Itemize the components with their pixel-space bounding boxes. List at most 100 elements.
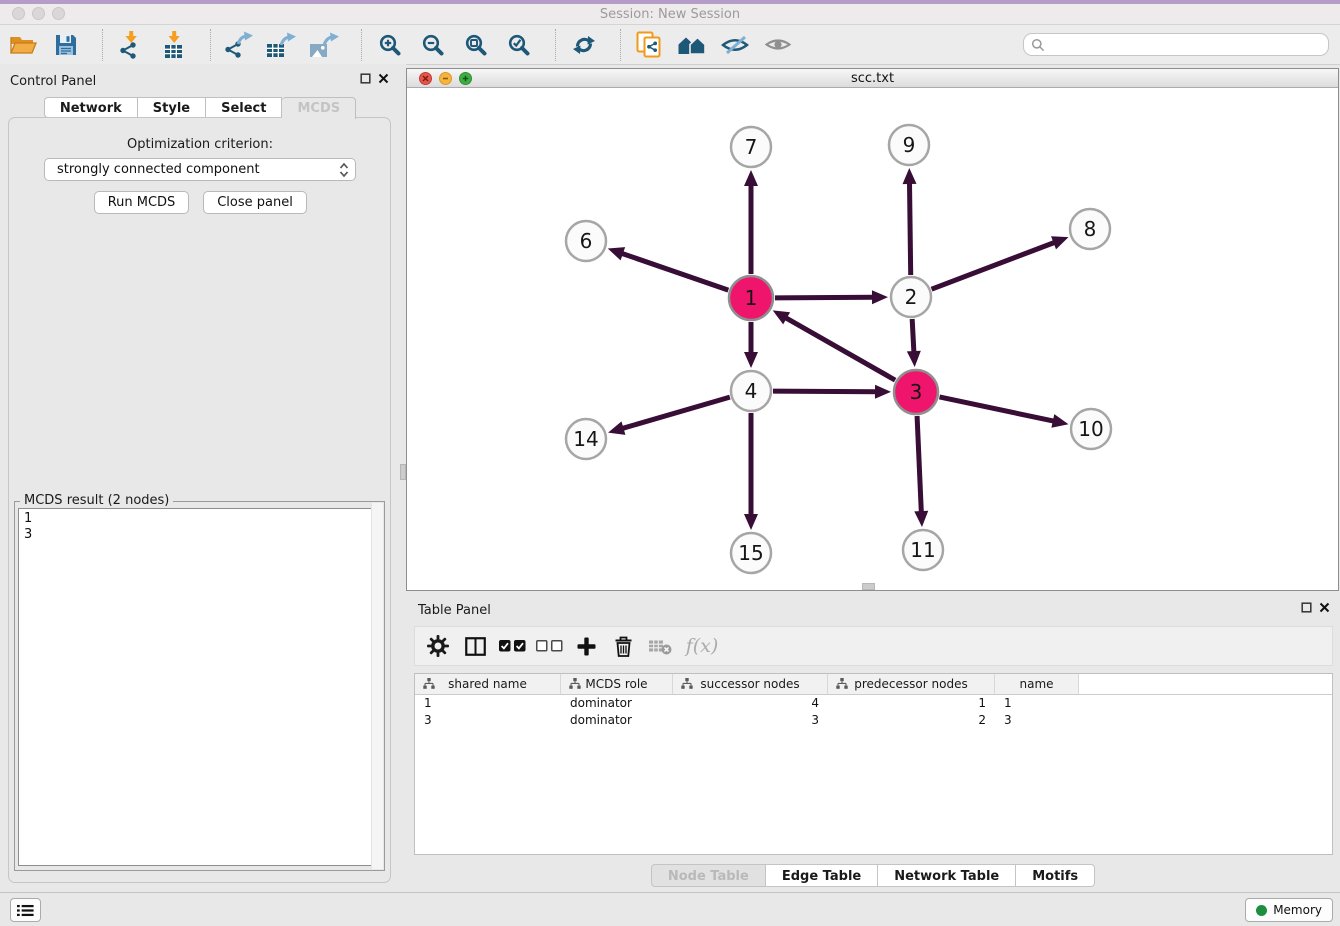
edge-2-9[interactable] — [909, 182, 910, 275]
node-6[interactable]: 6 — [566, 221, 606, 261]
tab-motifs[interactable]: Motifs — [1016, 864, 1095, 887]
first-neighbors-icon[interactable] — [675, 28, 709, 62]
network-canvas[interactable]: 7 9 6 8 1 2 4 3 14 10 15 11 — [407, 88, 1338, 590]
edge-3-10[interactable] — [939, 397, 1054, 421]
hide-selected-icon[interactable] — [718, 28, 752, 62]
mcds-result-group: MCDS result (2 nodes) 13 — [14, 501, 385, 871]
close-table-panel-icon[interactable] — [1317, 600, 1331, 614]
node-15[interactable]: 15 — [731, 533, 771, 573]
table-cell[interactable]: 4 — [673, 695, 828, 712]
tab-network[interactable]: Network — [44, 97, 138, 118]
node-10[interactable]: 10 — [1071, 409, 1111, 449]
node-2[interactable]: 2 — [891, 277, 931, 317]
table-cell[interactable]: dominator — [561, 695, 673, 712]
tab-style[interactable]: Style — [138, 97, 206, 118]
edge-arrow-4-15 — [744, 514, 758, 530]
column-header-predecessor-nodes[interactable]: predecessor nodes — [828, 674, 995, 694]
mcds-result-title: MCDS result (2 nodes) — [20, 493, 173, 508]
export-network-icon[interactable] — [222, 28, 256, 62]
table-panel-title: Table Panel — [418, 603, 491, 618]
zoom-in-icon[interactable] — [373, 28, 407, 62]
edge-3-1[interactable] — [785, 317, 895, 380]
tab-node-table[interactable]: Node Table — [651, 864, 766, 887]
canvas-splitter-handle[interactable] — [862, 583, 875, 590]
edge-arrow-3-10 — [1051, 414, 1068, 428]
column-label: shared name — [448, 677, 527, 691]
close-panel-button[interactable]: Close panel — [203, 191, 307, 214]
tab-edge-table[interactable]: Edge Table — [766, 864, 878, 887]
table-cell[interactable]: dominator — [561, 712, 673, 729]
close-panel-icon[interactable] — [376, 71, 390, 85]
criterion-dropdown[interactable]: strongly connected component — [44, 158, 356, 181]
edge-4-14[interactable] — [622, 397, 730, 429]
node-7[interactable]: 7 — [731, 127, 771, 167]
float-table-panel-icon[interactable] — [1299, 600, 1313, 614]
function-builder-icon: f(x) — [682, 631, 722, 661]
task-history-list-icon[interactable] — [10, 898, 41, 922]
unselect-all-columns-icon[interactable] — [534, 631, 564, 661]
table-cell[interactable]: 2 — [828, 712, 995, 729]
memory-status-button[interactable]: Memory — [1245, 898, 1333, 922]
control-panel-title: Control Panel — [10, 74, 96, 89]
import-table-icon[interactable] — [157, 28, 191, 62]
delete-column-trash-icon[interactable] — [608, 631, 638, 661]
node-8[interactable]: 8 — [1070, 209, 1110, 249]
network-graph: 7 9 6 8 1 2 4 3 14 10 15 11 — [407, 88, 1338, 590]
table-type-tabs: Node TableEdge TableNetwork TableMotifs — [406, 864, 1340, 887]
edge-3-11[interactable] — [917, 416, 921, 513]
table-cell[interactable]: 1 — [828, 695, 995, 712]
column-header-shared-name[interactable]: shared name — [415, 674, 561, 694]
result-scrollbar[interactable] — [371, 503, 383, 869]
tab-mcds[interactable]: MCDS — [282, 97, 356, 119]
select-all-columns-icon[interactable] — [497, 631, 527, 661]
node-3[interactable]: 3 — [894, 370, 938, 414]
node-9[interactable]: 9 — [889, 125, 929, 165]
node-14[interactable]: 14 — [566, 419, 606, 459]
search-input[interactable] — [1050, 37, 1321, 53]
table-header-row: shared name MCDS rolesuccessor nodesprede… — [415, 674, 1332, 695]
float-panel-icon[interactable] — [358, 71, 372, 85]
node-table[interactable]: shared name MCDS rolesuccessor nodesprede… — [414, 673, 1333, 855]
zoom-fit-icon[interactable] — [459, 28, 493, 62]
table-cell[interactable]: 1 — [415, 695, 561, 712]
create-column-plus-icon[interactable] — [571, 631, 601, 661]
export-image-icon[interactable] — [308, 28, 342, 62]
column-header-successor-nodes[interactable]: successor nodes — [673, 674, 828, 694]
edge-1-6[interactable] — [621, 253, 728, 290]
network-window-titlebar[interactable]: scc.txt — [407, 69, 1338, 88]
table-cell[interactable]: 3 — [673, 712, 828, 729]
toolbar-separator — [102, 29, 104, 61]
tab-network-table[interactable]: Network Table — [878, 864, 1016, 887]
node-11[interactable]: 11 — [903, 530, 943, 570]
search-box[interactable] — [1023, 33, 1329, 56]
edge-4-3[interactable] — [773, 391, 877, 392]
table-row[interactable]: 1dominator411 — [415, 695, 1332, 712]
node-4[interactable]: 4 — [731, 371, 771, 411]
table-row[interactable]: 3dominator323 — [415, 712, 1332, 729]
save-session-icon[interactable] — [49, 28, 83, 62]
import-network-icon[interactable] — [114, 28, 148, 62]
mcds-result-textarea[interactable]: 13 — [18, 508, 380, 866]
table-cell[interactable]: 1 — [995, 695, 1079, 712]
refresh-view-icon[interactable] — [567, 28, 601, 62]
search-icon — [1031, 38, 1045, 52]
optimization-criterion-label: Optimization criterion: — [0, 137, 400, 152]
run-mcds-button[interactable]: Run MCDS — [94, 191, 189, 214]
show-column-panel-icon[interactable] — [460, 631, 490, 661]
table-settings-gear-icon[interactable] — [423, 631, 453, 661]
column-header-MCDS-role[interactable]: MCDS role — [561, 674, 673, 694]
export-table-icon[interactable] — [265, 28, 299, 62]
open-session-icon[interactable] — [6, 28, 40, 62]
zoom-selected-icon[interactable] — [502, 28, 536, 62]
edge-2-8[interactable] — [932, 242, 1056, 289]
table-body: 1dominator4113dominator323 — [415, 695, 1332, 729]
column-header-name[interactable]: name — [995, 674, 1079, 694]
zoom-out-icon[interactable] — [416, 28, 450, 62]
table-cell[interactable]: 3 — [995, 712, 1079, 729]
tab-select[interactable]: Select — [206, 97, 282, 118]
edge-2-3[interactable] — [912, 319, 914, 353]
clone-network-icon[interactable] — [632, 28, 666, 62]
edge-1-2[interactable] — [775, 297, 874, 298]
table-cell[interactable]: 3 — [415, 712, 561, 729]
node-1[interactable]: 1 — [729, 276, 773, 320]
